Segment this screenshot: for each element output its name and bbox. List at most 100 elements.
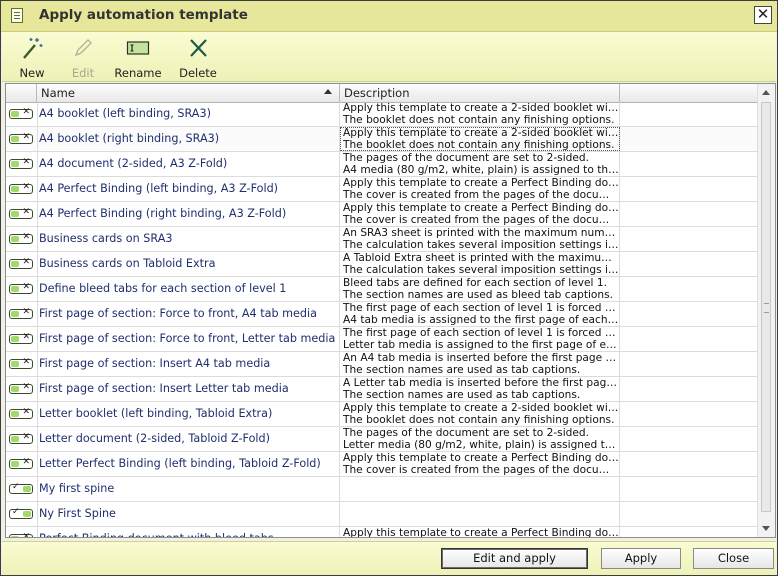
header-toggle-column[interactable]: [6, 84, 37, 102]
table-row[interactable]: ✕ Letter booklet (left binding, Tabloid E…: [6, 402, 759, 427]
toggle-off-icon[interactable]: ✕: [9, 357, 33, 369]
enable-toggle-cell[interactable]: ✕: [6, 402, 38, 426]
template-name: First page of section: Insert A4 tab med…: [37, 352, 340, 376]
enable-toggle-cell[interactable]: ✕: [6, 302, 38, 326]
toggle-on-icon[interactable]: ✓: [9, 482, 33, 494]
template-description: Apply this template to create a 2-sided …: [340, 127, 620, 151]
enable-toggle-cell[interactable]: ✕: [6, 427, 38, 451]
table-row[interactable]: ✕ Business cards on Tabloid Extra A Tabloi…: [6, 252, 759, 277]
description-line-2: The section names are used as bleed tab …: [343, 289, 613, 301]
toggle-off-icon[interactable]: ✕: [9, 257, 33, 269]
toggle-on-icon[interactable]: ✓: [9, 507, 33, 519]
toggle-off-icon[interactable]: ✕: [9, 307, 33, 319]
description-line-2: The section names are used as tab captio…: [343, 364, 581, 376]
table-row[interactable]: ✕ Define bleed tabs for each section of l…: [6, 277, 759, 302]
enable-toggle-cell[interactable]: ✕: [6, 527, 38, 537]
new-button[interactable]: New: [14, 36, 50, 80]
table-row[interactable]: ✕ A4 booklet (left binding, SRA3) Apply th…: [6, 102, 759, 127]
description-line-1: The first page of each section of level …: [343, 302, 619, 314]
enable-toggle-cell[interactable]: ✕: [6, 352, 38, 376]
toggle-off-icon[interactable]: ✕: [9, 132, 33, 144]
description-line-2: The calculation takes several imposition…: [343, 264, 619, 276]
description-line-1: Bleed tabs are defined for each section …: [343, 277, 607, 289]
description-line-1: The pages of the document are set to 2-s…: [343, 152, 589, 164]
description-line-1: Apply this template to create a 2-sided …: [343, 127, 619, 139]
toggle-off-icon[interactable]: ✕: [9, 332, 33, 344]
toggle-off-icon[interactable]: ✕: [9, 532, 33, 537]
apply-button[interactable]: Apply: [601, 548, 681, 569]
enable-toggle-cell[interactable]: ✕: [6, 452, 38, 476]
table-row[interactable]: ✓ Ny First Spine: [6, 502, 759, 527]
enable-toggle-cell[interactable]: ✕: [6, 252, 38, 276]
enable-toggle-cell[interactable]: ✕: [6, 127, 38, 151]
table-row[interactable]: ✕ A4 booklet (right binding, SRA3) Apply t…: [6, 127, 759, 152]
toggle-off-icon[interactable]: ✕: [9, 207, 33, 219]
template-name: My first spine: [37, 477, 340, 501]
template-name: Business cards on SRA3: [37, 227, 340, 251]
edit-button[interactable]: Edit: [66, 36, 100, 80]
table-row[interactable]: ✕ Business cards on SRA3 An SRA3 sheet is …: [6, 227, 759, 252]
scroll-thumb[interactable]: [761, 102, 771, 512]
table-row[interactable]: ✕ First page of section: Insert Letter ta…: [6, 377, 759, 402]
close-window-button[interactable]: ✕: [754, 6, 772, 24]
enable-toggle-cell[interactable]: ✕: [6, 202, 38, 226]
delete-button[interactable]: Delete: [178, 36, 218, 80]
enable-toggle-cell[interactable]: ✕: [6, 177, 38, 201]
table-row[interactable]: ✓ My first spine: [6, 477, 759, 502]
enable-toggle-cell[interactable]: ✕: [6, 152, 38, 176]
table-row[interactable]: ✕ A4 document (2-sided, A3 Z-Fold) The pag…: [6, 152, 759, 177]
description-line-1: Apply this template to create a 2-sided …: [343, 402, 619, 414]
template-description: A Letter tab media is inserted before th…: [340, 377, 620, 401]
table-row[interactable]: ✕ Letter document (2-sided, Tabloid Z-Fol…: [6, 427, 759, 452]
table-row[interactable]: ✕ A4 Perfect Binding (left binding, A3 Z-…: [6, 177, 759, 202]
header-description-label: Description: [344, 86, 410, 100]
enable-toggle-cell[interactable]: ✕: [6, 227, 38, 251]
table-row[interactable]: ✕ A4 Perfect Binding (right binding, A3 Z…: [6, 202, 759, 227]
toggle-off-icon[interactable]: ✕: [9, 407, 33, 419]
template-description: The pages of the document are set to 2-s…: [340, 152, 620, 176]
scroll-down-arrow-icon[interactable]: [762, 526, 770, 531]
toggle-off-icon[interactable]: ✕: [9, 432, 33, 444]
enable-toggle-cell[interactable]: ✕: [6, 277, 38, 301]
description-line-2: The section names are used as tab captio…: [343, 389, 581, 401]
header-name-column[interactable]: Name: [37, 84, 340, 102]
template-name: Business cards on Tabloid Extra: [37, 252, 340, 276]
toggle-off-icon[interactable]: ✕: [9, 457, 33, 469]
table-row[interactable]: ✕ Perfect Binding document with bleed tab…: [6, 527, 759, 537]
rename-button[interactable]: Rename: [114, 36, 162, 80]
template-description: The first page of each section of level …: [340, 302, 620, 326]
enable-toggle-cell[interactable]: ✕: [6, 377, 38, 401]
list-header: Name Description: [6, 84, 759, 103]
vertical-scrollbar[interactable]: [757, 84, 775, 537]
description-line-2: The cover is created from the pages of t…: [343, 189, 619, 201]
enable-toggle-cell[interactable]: ✓: [6, 502, 38, 526]
rename-label: Rename: [114, 66, 162, 80]
description-line-2: The booklet does not contain any finishi…: [343, 139, 615, 151]
toggle-off-icon[interactable]: ✕: [9, 182, 33, 194]
table-row[interactable]: ✕ Letter Perfect Binding (left binding, T…: [6, 452, 759, 477]
header-description-column[interactable]: Description: [340, 84, 620, 102]
description-line-1: An A4 tab media is inserted before the f…: [343, 352, 619, 364]
enable-toggle-cell[interactable]: ✕: [6, 327, 38, 351]
rename-field-icon: [126, 41, 150, 55]
template-name: Perfect Binding document with bleed tabs: [37, 527, 340, 537]
toggle-off-icon[interactable]: ✕: [9, 282, 33, 294]
toggle-off-icon[interactable]: ✕: [9, 157, 33, 169]
description-line-2: [343, 514, 619, 526]
toggle-off-icon[interactable]: ✕: [9, 232, 33, 244]
table-row[interactable]: ✕ First page of section: Force to front, …: [6, 327, 759, 352]
edit-and-apply-button[interactable]: Edit and apply: [441, 548, 588, 569]
toggle-off-icon[interactable]: ✕: [9, 107, 33, 119]
dialog-footer: Edit and apply Apply Close: [2, 541, 776, 575]
close-button[interactable]: Close: [693, 548, 774, 569]
delete-x-icon: [190, 39, 207, 57]
enable-toggle-cell[interactable]: ✓: [6, 477, 38, 501]
template-name: Letter booklet (left binding, Tabloid Ex…: [37, 402, 340, 426]
table-row[interactable]: ✕ First page of section: Insert A4 tab me…: [6, 352, 759, 377]
description-line-1: Apply this template to create a Perfect …: [343, 202, 619, 214]
table-row[interactable]: ✕ First page of section: Force to front, …: [6, 302, 759, 327]
enable-toggle-cell[interactable]: ✕: [6, 102, 38, 126]
scroll-up-arrow-icon[interactable]: [762, 90, 770, 95]
description-line-1: The first page of each section of level …: [343, 327, 619, 339]
toggle-off-icon[interactable]: ✕: [9, 382, 33, 394]
